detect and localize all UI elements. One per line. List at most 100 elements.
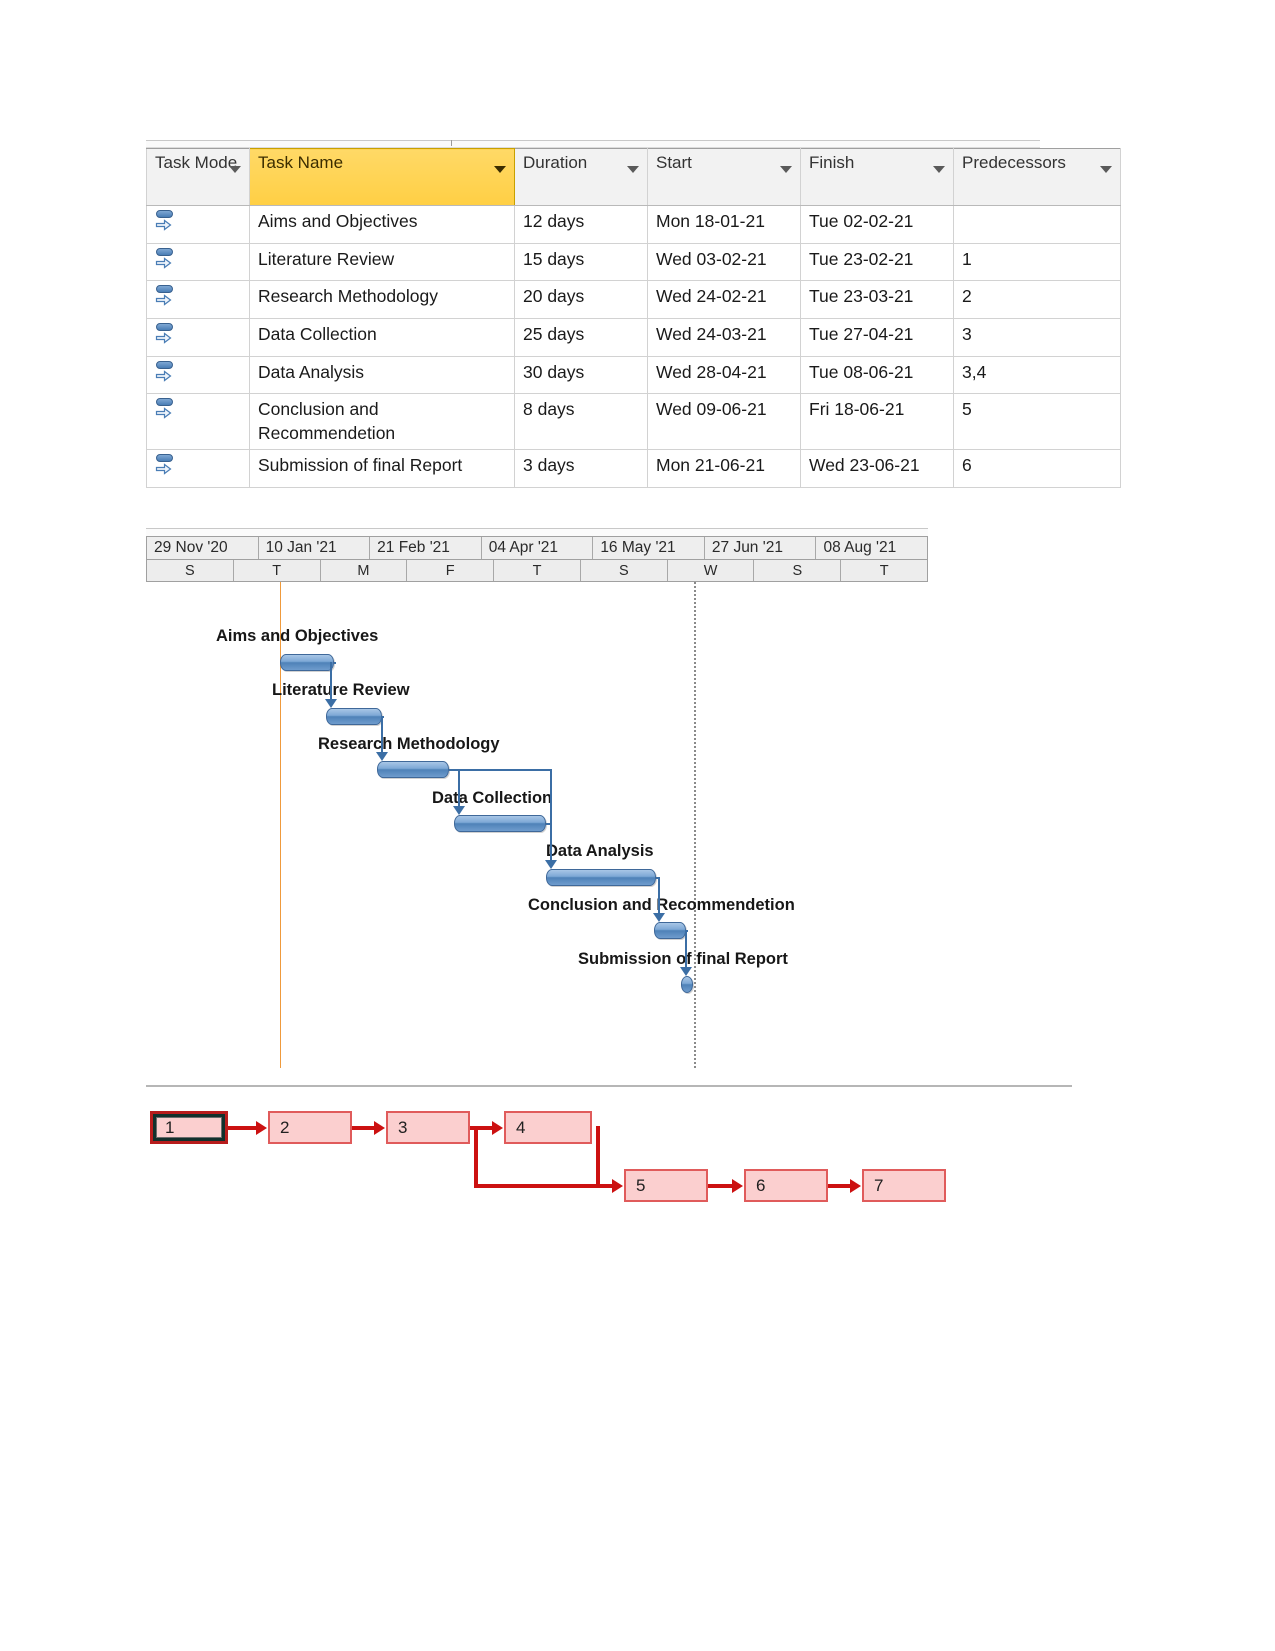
gantt-bar[interactable] [681,976,693,993]
cell-start[interactable]: Wed 28-04-21 [647,355,801,395]
cell-finish[interactable]: Tue 23-02-21 [800,242,954,282]
cell-predecessors[interactable]: 3 [953,317,1121,357]
cell-start[interactable]: Mon 18-01-21 [647,205,801,244]
cell-task-mode[interactable] [146,280,250,319]
cell-start[interactable]: Mon 21-06-21 [647,449,801,488]
duration-text: 8 days [523,399,575,420]
column-header-finish[interactable]: Finish [800,148,954,206]
chevron-down-icon[interactable] [627,166,639,173]
table-top-rule [146,140,1040,148]
network-nodes-area[interactable]: 1 2 3 45 6 7 [146,1093,1072,1213]
network-link-arrow [374,1121,385,1135]
cell-predecessors[interactable]: 6 [953,449,1121,488]
cell-duration[interactable]: 8 days [514,393,648,451]
cell-task-mode[interactable] [146,317,250,357]
chevron-down-icon[interactable] [494,166,506,173]
cell-start[interactable]: Wed 24-03-21 [647,317,801,357]
network-node[interactable]: 1 [150,1111,228,1144]
cell-start[interactable]: Wed 09-06-21 [647,393,801,451]
timescale-major-cell: 21 Feb '21 [370,537,482,559]
cell-predecessors[interactable] [953,205,1121,244]
gantt-bars-area[interactable]: Aims and Objectives Literature Review Rese… [146,582,928,1068]
network-node[interactable]: 5 [624,1169,708,1202]
timescale-minor-cell: M [321,560,408,581]
status-date-line [694,582,696,1068]
table-row[interactable]: Data Collection 25 days Wed 24-03-21 Tue 27… [146,317,1121,357]
gantt-link [334,662,336,664]
cell-finish[interactable]: Fri 18-06-21 [800,393,954,451]
table-row[interactable]: Conclusion and Recommendetion 8 days Wed 0… [146,393,1121,451]
cell-task-name[interactable]: Aims and Objectives [249,205,515,244]
cell-duration[interactable]: 15 days [514,242,648,282]
cell-task-name[interactable]: Data Analysis [249,355,515,395]
cell-duration[interactable]: 20 days [514,280,648,319]
cell-predecessors[interactable]: 1 [953,242,1121,282]
chevron-down-icon[interactable] [933,166,945,173]
gantt-bar[interactable] [280,654,334,671]
cell-duration[interactable]: 12 days [514,205,648,244]
table-row[interactable]: Research Methodology 20 days Wed 24-02-21 T… [146,280,1121,319]
cell-task-mode[interactable] [146,393,250,451]
cell-task-mode[interactable] [146,205,250,244]
network-node[interactable]: 3 [386,1111,470,1144]
cell-finish[interactable]: Tue 08-06-21 [800,355,954,395]
table-row[interactable]: Literature Review 15 days Wed 03-02-21 Tue … [146,242,1121,282]
cell-finish[interactable]: Tue 23-03-21 [800,280,954,319]
network-node[interactable]: 2 [268,1111,352,1144]
column-header-start[interactable]: Start [647,148,801,206]
cell-finish[interactable]: Wed 23-06-21 [800,449,954,488]
task-name-text: Conclusion and Recommendetion [258,399,396,443]
gantt-link [381,716,383,752]
cell-finish[interactable]: Tue 02-02-21 [800,205,954,244]
network-node[interactable]: 7 [862,1169,946,1202]
chevron-down-icon[interactable] [1100,166,1112,173]
start-text: Wed 03-02-21 [656,248,767,269]
network-link [228,1126,257,1130]
column-header-label: Finish [809,153,855,172]
cell-predecessors[interactable]: 2 [953,280,1121,319]
column-header-duration[interactable]: Duration [514,148,648,206]
cell-task-name[interactable]: Literature Review [249,242,515,282]
cell-duration[interactable]: 3 days [514,449,648,488]
table-row[interactable]: Submission of final Report 3 days Mon 21-0… [146,449,1121,488]
cell-duration[interactable]: 25 days [514,317,648,357]
chevron-down-icon[interactable] [780,166,792,173]
timescale-major-cell: 10 Jan '21 [259,537,371,559]
table-row[interactable]: Data Analysis 30 days Wed 28-04-21 Tue 08-0… [146,355,1121,395]
table-row[interactable]: Aims and Objectives 12 days Mon 18-01-21 Tu… [146,205,1121,244]
network-node[interactable]: 4 [504,1111,592,1144]
chevron-down-icon[interactable] [229,166,241,173]
column-header-task-name[interactable]: Task Name [249,148,515,206]
cell-task-name[interactable]: Conclusion and Recommendetion [249,393,515,451]
task-name-text: Data Collection [258,323,377,344]
cell-finish[interactable]: Tue 27-04-21 [800,317,954,357]
timescale-major-cell: 29 Nov '20 [147,537,259,559]
column-header-task-mode[interactable]: Task Mode [146,148,250,206]
finish-text: Tue 02-02-21 [809,211,914,231]
gantt-link-arrow [545,860,557,869]
gantt-bar[interactable] [377,761,449,778]
duration-text: 3 days [523,455,575,476]
predecessors-text: 5 [962,399,972,420]
gantt-bar[interactable] [546,869,656,886]
cell-task-name[interactable]: Research Methodology [249,280,515,319]
cell-predecessors[interactable]: 5 [953,393,1121,451]
cell-task-name[interactable]: Submission of final Report [249,449,515,488]
gantt-bar[interactable] [654,922,686,939]
gantt-bar-label: Data Collection [432,789,553,807]
network-link-arrow [492,1121,503,1135]
network-node[interactable]: 6 [744,1169,828,1202]
cell-task-mode[interactable] [146,242,250,282]
cell-start[interactable]: Wed 03-02-21 [647,242,801,282]
gantt-bar[interactable] [326,708,382,725]
timescale-major-cell: 04 Apr '21 [482,537,594,559]
gantt-bar[interactable] [454,815,546,832]
cell-task-mode[interactable] [146,449,250,488]
cell-start[interactable]: Wed 24-02-21 [647,280,801,319]
task-name-text: Aims and Objectives [258,211,418,231]
cell-task-mode[interactable] [146,355,250,395]
cell-task-name[interactable]: Data Collection [249,317,515,357]
column-header-predecessors[interactable]: Predecessors [953,148,1121,206]
cell-predecessors[interactable]: 3,4 [953,355,1121,395]
cell-duration[interactable]: 30 days [514,355,648,395]
